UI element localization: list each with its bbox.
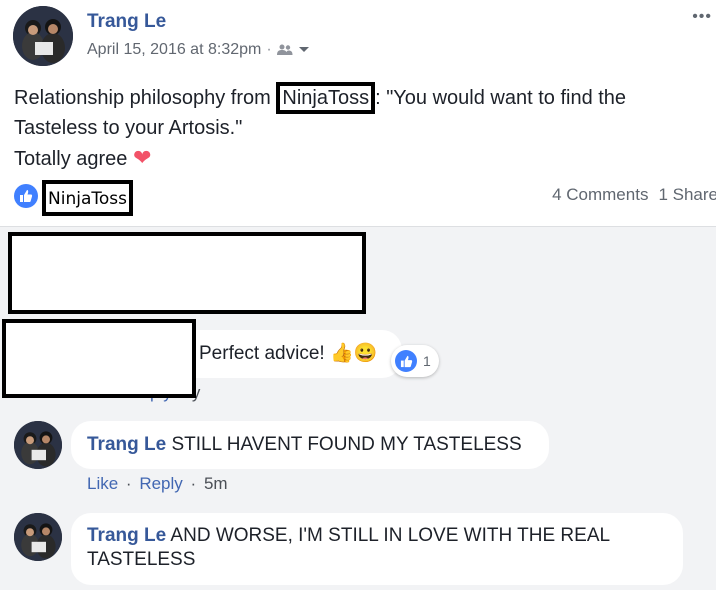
comment-text: STILL HAVENT FOUND MY TASTELESS xyxy=(171,434,522,455)
comment-actions: Like · Reply · 5m xyxy=(87,474,228,494)
commenter-avatar[interactable] xyxy=(14,513,62,561)
comment-time[interactable]: 5m xyxy=(204,474,228,493)
comment-text: AND WORSE, I'M STILL IN LOVE WITH THE RE… xyxy=(87,525,610,570)
comment-text: Perfect advice! xyxy=(199,343,325,364)
post-author-name[interactable]: Trang Le xyxy=(87,11,166,33)
post-text-before: Relationship philosophy from xyxy=(14,87,277,109)
comment-bubble: Perfect advice! 👍😀 xyxy=(170,330,402,378)
redacted-comment-box xyxy=(8,232,366,314)
mention-link[interactable]: NinjaToss xyxy=(276,82,376,114)
commenter-name[interactable]: Trang Le xyxy=(87,434,166,455)
post-text-line2: Totally agree xyxy=(14,148,128,170)
friends-icon[interactable] xyxy=(276,44,293,56)
chevron-down-icon[interactable] xyxy=(298,46,310,54)
commenter-avatar[interactable] xyxy=(14,421,62,469)
post-timestamp[interactable]: April 15, 2016 at 8:32pm xyxy=(87,41,261,59)
reactions-row: NinjaToss 4 Comments 1 Share xyxy=(14,180,716,218)
action-separator: · xyxy=(125,474,132,493)
comment-bubble: Trang Le AND WORSE, I'M STILL IN LOVE WI… xyxy=(71,513,683,585)
like-reaction-icon xyxy=(395,350,417,372)
comment-bubble: Trang Le STILL HAVENT FOUND MY TASTELESS xyxy=(71,421,549,469)
more-options-icon[interactable]: ••• xyxy=(692,8,712,26)
meta-separator: · xyxy=(266,41,272,58)
like-reaction-icon[interactable] xyxy=(14,184,38,208)
commenter-name[interactable]: Trang Le xyxy=(87,525,166,546)
author-avatar[interactable] xyxy=(13,6,73,66)
shares-count-link[interactable]: 1 Share xyxy=(658,185,716,204)
reply-link[interactable]: Reply xyxy=(139,474,182,493)
comments-count-link[interactable]: 4 Comments xyxy=(552,185,648,204)
post-header: Trang Le April 15, 2016 at 8:32pm · ••• … xyxy=(0,0,716,226)
emoji-icons: 👍😀 xyxy=(329,343,378,364)
reaction-liker-name[interactable]: NinjaToss xyxy=(42,180,133,216)
post-body: Relationship philosophy from NinjaToss: … xyxy=(14,82,704,174)
comment-like-count[interactable]: 1 xyxy=(391,345,439,377)
action-separator: · xyxy=(190,474,197,493)
like-count-number: 1 xyxy=(423,353,431,369)
like-link[interactable]: Like xyxy=(87,474,118,493)
engagement-counts: 4 Comments 1 Share xyxy=(542,185,716,205)
redacted-commenter-box xyxy=(2,319,196,398)
post-meta: April 15, 2016 at 8:32pm · xyxy=(87,41,310,59)
heart-icon: ❤ xyxy=(132,145,152,170)
